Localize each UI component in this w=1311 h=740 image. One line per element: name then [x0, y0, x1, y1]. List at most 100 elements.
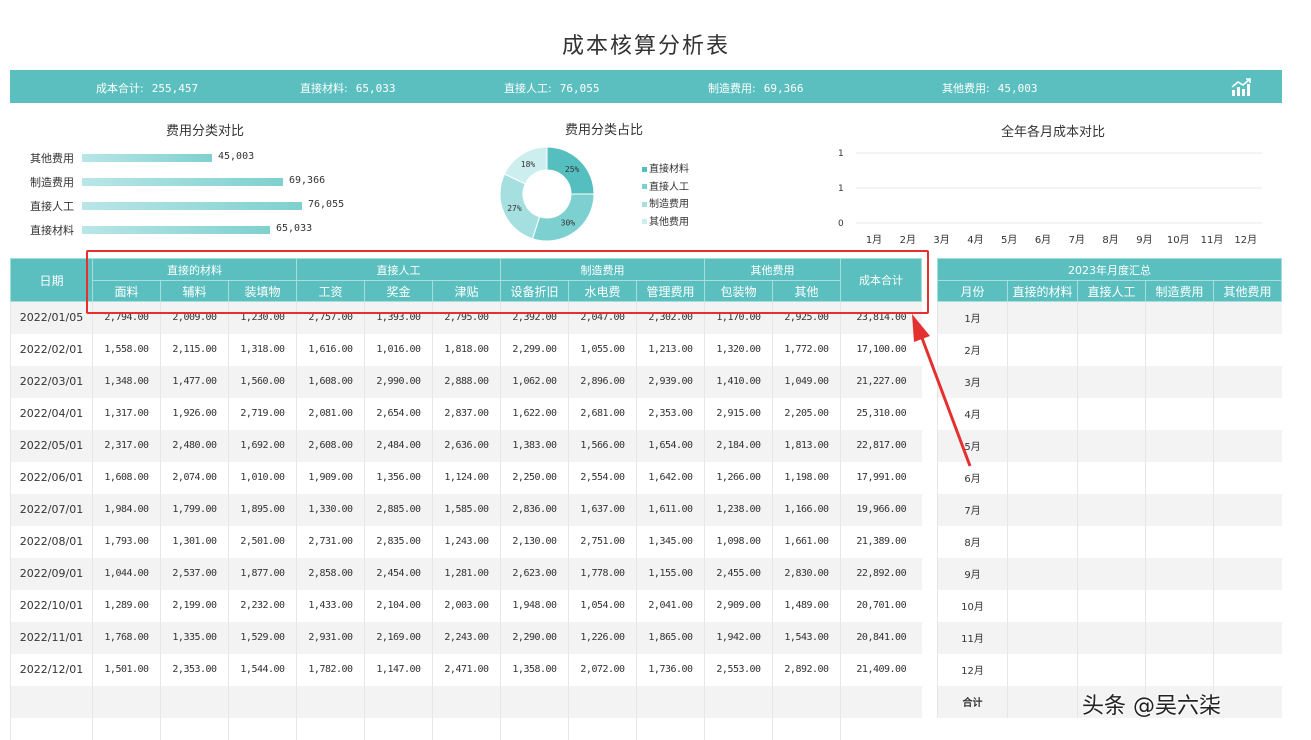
pie-chart-title: 费用分类占比 — [565, 123, 644, 138]
summary-manufacturing: 制造费用: 69,366 — [708, 82, 804, 95]
cell-value: 1,230.00 — [228, 301, 297, 334]
cell-empty — [1213, 493, 1282, 526]
cell-empty — [1007, 333, 1078, 366]
cell-empty — [636, 717, 705, 740]
table-row: 2022/11/01 1,768.00 1,335.00 1,529.00 2,931.… — [10, 621, 922, 654]
cell-date: 2022/11/01 — [10, 621, 93, 654]
header-column: 包装物 — [704, 280, 773, 302]
table-row: 2022/08/01 1,793.00 1,301.00 2,501.00 2,731.… — [10, 525, 922, 558]
header-group: 其他费用 — [704, 258, 841, 281]
cell-value: 1,266.00 — [704, 461, 773, 494]
cell-empty — [1007, 557, 1078, 590]
cell-value: 1,736.00 — [636, 653, 705, 686]
cell-empty — [364, 685, 433, 718]
cell-month: 7月 — [937, 493, 1008, 526]
side-table-row: 12月 — [937, 653, 1282, 686]
legend-item: 直接材料 — [642, 160, 689, 178]
table-row: 2022/12/01 1,501.00 2,353.00 1,544.00 1,782.… — [10, 653, 922, 686]
cell-empty — [296, 685, 365, 718]
cell-value: 1,818.00 — [432, 333, 501, 366]
cell-value: 1,813.00 — [772, 429, 841, 462]
legend-swatch — [642, 201, 647, 207]
cell-empty — [704, 717, 773, 740]
cell-value: 1,585.00 — [432, 493, 501, 526]
side-table-row: 1月 — [937, 301, 1282, 334]
cell-date: 2022/06/01 — [10, 461, 93, 494]
cell-value: 2,751.00 — [568, 525, 637, 558]
cell-total: 21,409.00 — [840, 653, 922, 686]
cell-value: 2,392.00 — [500, 301, 569, 334]
cell-value: 1,317.00 — [92, 397, 161, 430]
side-table-row: 2月 — [937, 333, 1282, 366]
line-chart-title: 全年各月成本对比 — [1001, 125, 1106, 140]
side-table-row: 8月 — [937, 525, 1282, 558]
cell-value: 1,383.00 — [500, 429, 569, 462]
cell-value: 1,909.00 — [296, 461, 365, 494]
cell-value: 1,147.00 — [364, 653, 433, 686]
cell-value: 1,477.00 — [160, 365, 229, 398]
cell-total: 22,892.00 — [840, 557, 922, 590]
cell-value: 1,566.00 — [568, 429, 637, 462]
donut-slice-label: 25% — [565, 165, 580, 174]
cell-value: 1,010.00 — [228, 461, 297, 494]
cell-empty — [1077, 589, 1146, 622]
cell-value: 1,877.00 — [228, 557, 297, 590]
cell-value: 2,003.00 — [432, 589, 501, 622]
cell-empty — [1077, 429, 1146, 462]
cell-value: 2,009.00 — [160, 301, 229, 334]
cell-value: 1,410.00 — [704, 365, 773, 398]
cell-value: 2,835.00 — [364, 525, 433, 558]
trend-chart-icon[interactable] — [1230, 77, 1252, 97]
cell-empty — [1145, 461, 1214, 494]
cell-empty — [1145, 333, 1214, 366]
cell-value: 1,622.00 — [500, 397, 569, 430]
monthly-summary-table: 2023年月度汇总 月份 直接的材料 直接人工 制造费用 其他费用 1月 2月 3月 4月 5月 6… — [937, 258, 1282, 718]
page-title: 成本核算分析表 — [561, 34, 730, 59]
donut-slice-label: 18% — [521, 160, 536, 169]
header-column: 辅料 — [160, 280, 229, 302]
cell-value: 1,213.00 — [636, 333, 705, 366]
hbar-bar — [82, 226, 270, 234]
cell-value: 1,243.00 — [432, 525, 501, 558]
cell-empty — [1145, 653, 1214, 686]
cell-empty — [1213, 653, 1282, 686]
cell-value: 1,782.00 — [296, 653, 365, 686]
cell-value: 2,553.00 — [704, 653, 773, 686]
cell-empty — [1077, 493, 1146, 526]
cell-value: 2,731.00 — [296, 525, 365, 558]
cell-value: 1,016.00 — [364, 333, 433, 366]
cell-value: 2,081.00 — [296, 397, 365, 430]
cell-value: 1,616.00 — [296, 333, 365, 366]
table-row: 2022/04/01 1,317.00 1,926.00 2,719.00 2,081.… — [10, 397, 922, 430]
cell-empty — [1213, 461, 1282, 494]
cell-total-label: 合计 — [937, 685, 1008, 718]
cell-total: 21,389.00 — [840, 525, 922, 558]
cell-empty — [1145, 493, 1214, 526]
cost-detail-table: 日期 直接的材料 直接人工 制造费用 其他费用 成本合计 面料 辅料 装填物 工资 奖金 津贴 设备折旧… — [10, 258, 922, 740]
bar-chart-title: 费用分类对比 — [166, 124, 245, 139]
header-column: 水电费 — [568, 280, 637, 302]
side-table-row: 5月 — [937, 429, 1282, 462]
cell-value: 1,799.00 — [160, 493, 229, 526]
cell-empty — [228, 685, 297, 718]
table-row: 2022/03/01 1,348.00 1,477.00 1,560.00 1,608.… — [10, 365, 922, 398]
cell-date: 2022/02/01 — [10, 333, 93, 366]
cell-value: 2,757.00 — [296, 301, 365, 334]
legend-item: 直接人工 — [642, 178, 689, 196]
hbar-value-label: 76,055 — [308, 199, 345, 210]
summary-total: 成本合计: 255,457 — [96, 82, 199, 95]
cell-value: 2,455.00 — [704, 557, 773, 590]
donut-slice-label: 27% — [507, 204, 522, 213]
x-tick-label: 5月 — [1001, 234, 1017, 246]
cell-value: 2,454.00 — [364, 557, 433, 590]
cost-share-donut-chart: 25% 30% 27% 18% — [499, 146, 595, 242]
cell-value: 1,778.00 — [568, 557, 637, 590]
cell-value: 1,793.00 — [92, 525, 161, 558]
cell-empty — [1007, 461, 1078, 494]
cell-empty — [1007, 653, 1078, 686]
cell-empty — [1145, 557, 1214, 590]
legend-swatch — [642, 166, 647, 172]
cell-value: 1,166.00 — [772, 493, 841, 526]
cell-value: 1,049.00 — [772, 365, 841, 398]
cell-value: 1,318.00 — [228, 333, 297, 366]
